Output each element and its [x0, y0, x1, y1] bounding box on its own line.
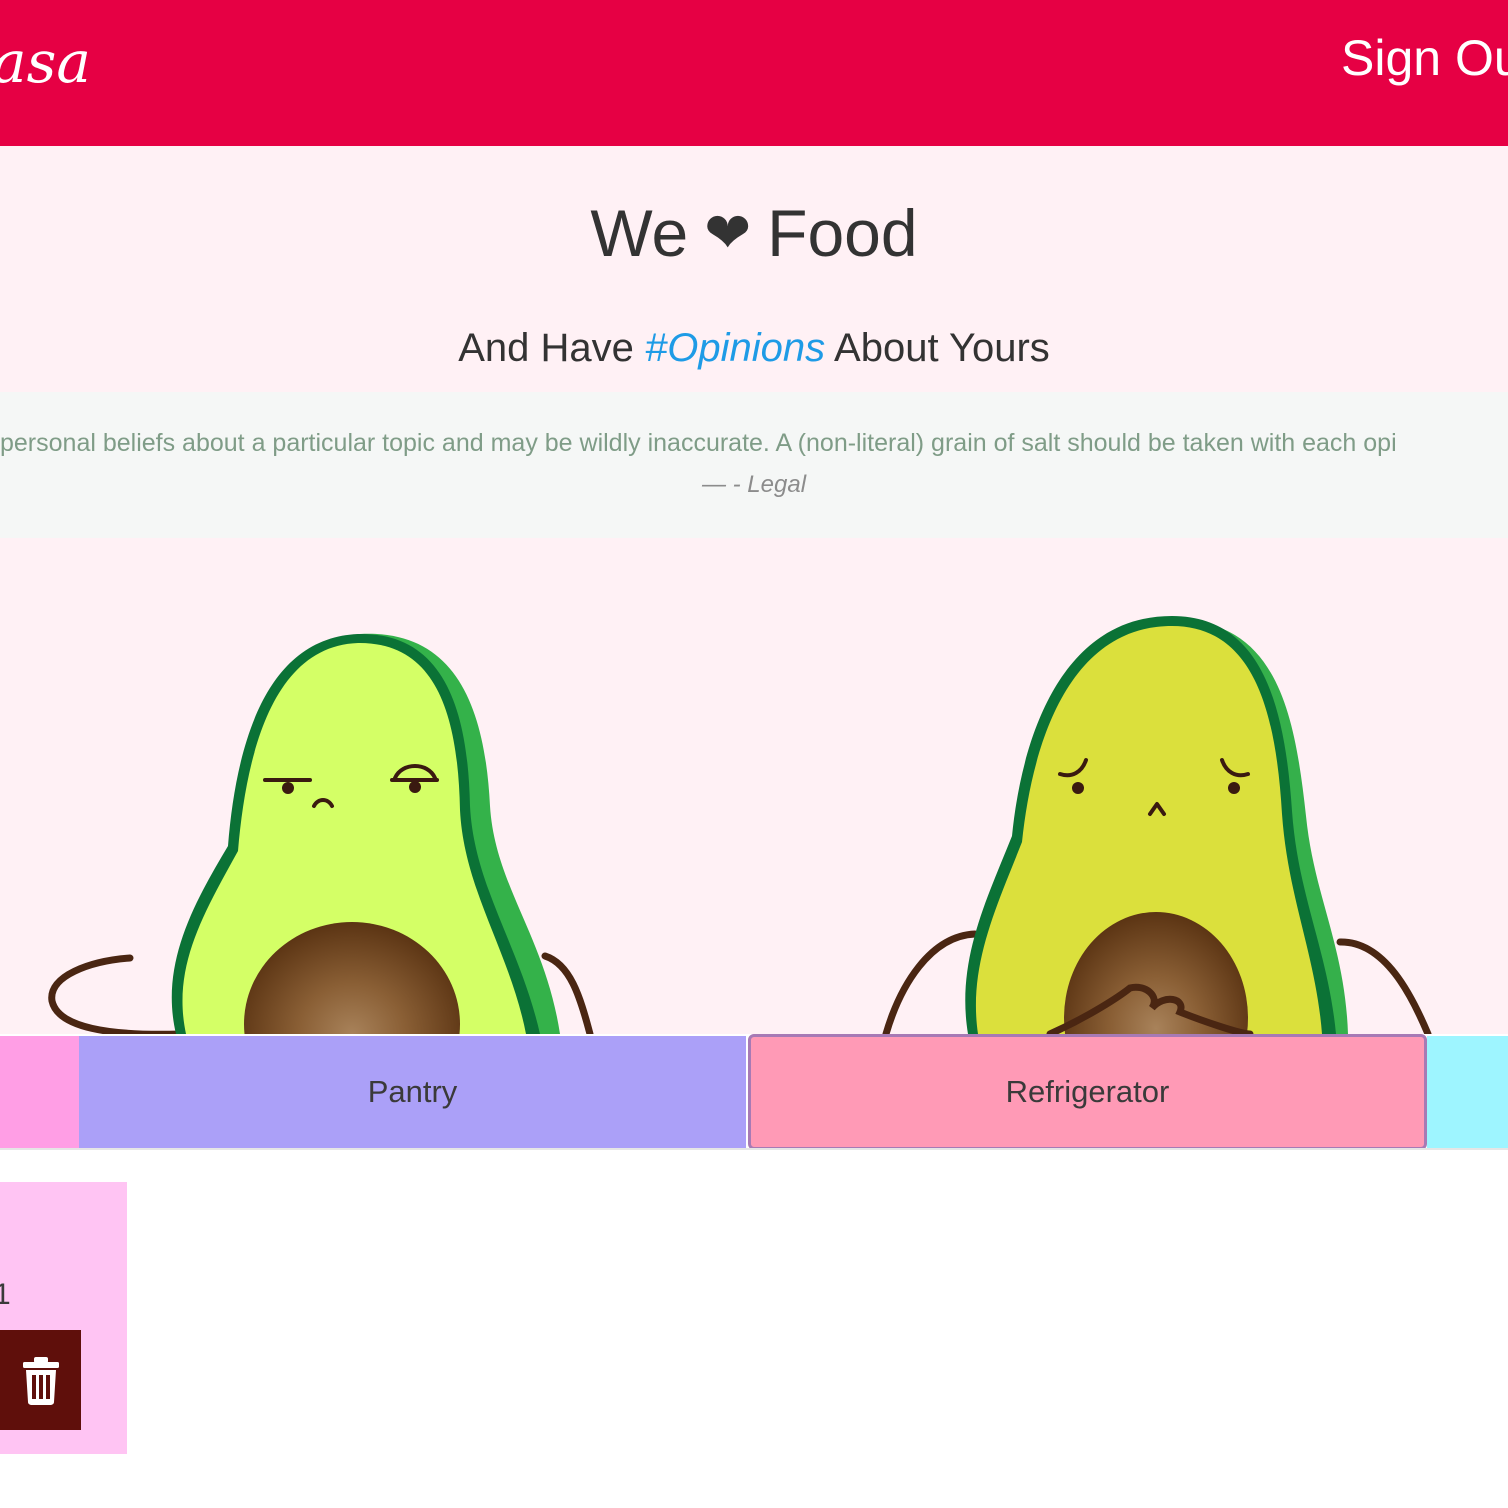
trash-icon — [22, 1357, 59, 1405]
worried-avocado-icon — [882, 616, 1432, 1034]
tab-partial-right[interactable] — [1427, 1036, 1508, 1148]
disclaimer-cite: — - Legal — [701, 471, 807, 498]
hero-title: We ❤ Food — [0, 196, 1508, 270]
brand-logo[interactable]: asa — [0, 22, 91, 102]
tab-pantry[interactable]: Pantry — [79, 1036, 746, 1148]
tab-refrigerator[interactable]: Refrigerator — [748, 1034, 1427, 1148]
storage-tabs: Pantry Refrigerator — [0, 1034, 1508, 1150]
tab-pantry-label: Pantry — [367, 1074, 458, 1109]
item-card: 1 — [0, 1182, 127, 1454]
top-navbar: asa Sign Ou — [0, 0, 1508, 146]
sign-out-link[interactable]: Sign Ou — [1341, 30, 1508, 86]
hero-title-left: We — [590, 196, 689, 270]
hero-subtitle: And Have #Opinions About Yours — [0, 324, 1508, 372]
subtitle-suffix: About Yours — [825, 326, 1050, 370]
tab-partial-left[interactable] — [0, 1036, 79, 1148]
heart-icon: ❤ — [704, 201, 752, 264]
hero-section: We ❤ Food And Have #Opinions About Yours p… — [0, 146, 1508, 1034]
tab-refrigerator-label: Refrigerator — [1005, 1074, 1170, 1109]
avocado-illustration — [48, 616, 1432, 1034]
grumpy-avocado-icon — [48, 633, 594, 1034]
delete-button[interactable] — [0, 1330, 81, 1430]
hero-title-right: Food — [767, 196, 918, 270]
item-count: 1 — [0, 1278, 11, 1311]
opinions-hashtag: #Opinions — [645, 326, 826, 370]
subtitle-prefix: And Have — [458, 326, 645, 370]
disclaimer-blockquote: personal beliefs about a particular topi… — [0, 392, 1508, 538]
disclaimer-text: personal beliefs about a particular topi… — [0, 429, 1397, 457]
